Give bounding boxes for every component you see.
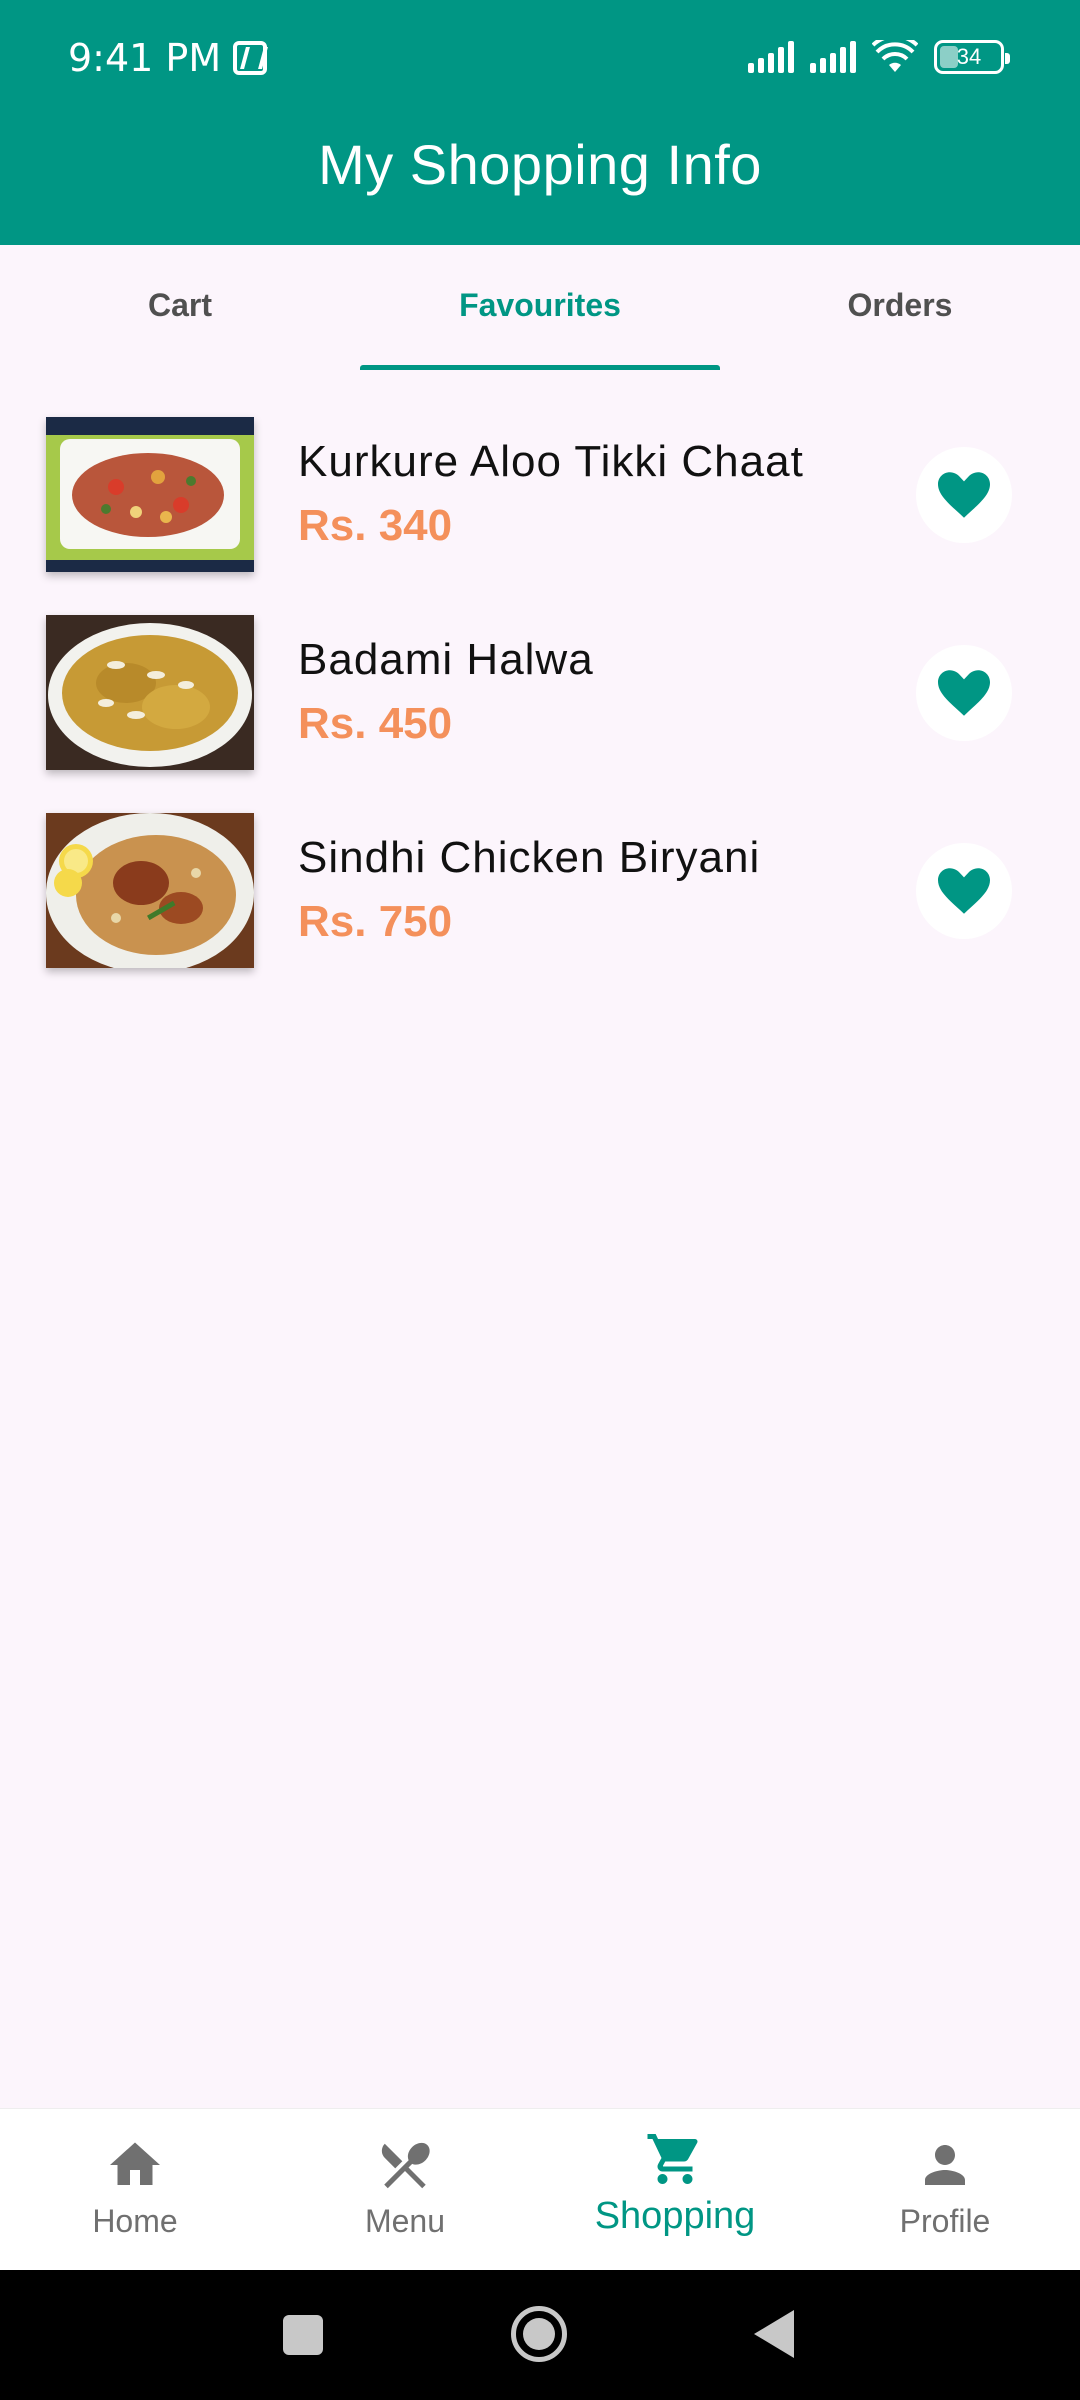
list-item[interactable]: Kurkure Aloo Tikki Chaat Rs. 340 xyxy=(0,405,1080,603)
item-price: Rs. 750 xyxy=(298,897,453,946)
nav-label-menu: Menu xyxy=(364,2203,446,2239)
back-button[interactable] xyxy=(754,2310,794,2358)
nav-label-home: Home xyxy=(92,2203,178,2239)
nav-label-profile: Profile xyxy=(899,2203,991,2239)
list-item[interactable]: Sindhi Chicken Biryani Rs. 750 xyxy=(0,801,1080,999)
nav-item-home[interactable]: Home xyxy=(0,2109,270,2270)
fork-spoon-icon xyxy=(381,2142,430,2189)
bottom-navigation: Home Menu Shopping Profile xyxy=(0,2108,1080,2270)
nav-item-shopping[interactable]: Shopping xyxy=(540,2109,810,2270)
status-time-text: 9:41 PM xyxy=(68,36,222,80)
favourites-list: Kurkure Aloo Tikki Chaat Rs. 340 Badami … xyxy=(0,405,1080,999)
battery-icon: 34 xyxy=(934,40,1010,74)
system-navigation-bar xyxy=(0,2270,1080,2400)
food-image-badami-halwa xyxy=(46,615,254,770)
page-title: My Shopping Info xyxy=(318,133,762,196)
status-icons: 34 xyxy=(748,40,1010,74)
item-name: Kurkure Aloo Tikki Chaat xyxy=(298,437,804,486)
cart-icon xyxy=(647,2134,698,2184)
home-icon xyxy=(110,2142,160,2185)
item-price: Rs. 340 xyxy=(298,501,453,550)
status-time: 9:41 PM xyxy=(68,36,268,80)
tab-favourites[interactable]: Favourites xyxy=(360,245,720,370)
food-image-chicken-biryani xyxy=(46,813,254,968)
nav-item-profile[interactable]: Profile xyxy=(810,2109,1080,2270)
person-icon xyxy=(925,2145,965,2185)
heart-icon xyxy=(938,472,990,518)
item-name: Badami Halwa xyxy=(298,635,594,684)
nfc-icon xyxy=(233,41,268,75)
nav-item-menu[interactable]: Menu xyxy=(270,2109,540,2270)
system-home-button[interactable] xyxy=(511,2306,567,2362)
shopping-tabs: Cart Favourites Orders xyxy=(0,245,1080,370)
battery-level: 34 xyxy=(956,44,982,69)
favourite-toggle-button[interactable] xyxy=(916,843,1012,939)
tab-cart[interactable]: Cart xyxy=(0,245,360,370)
signal-icon xyxy=(748,41,794,73)
heart-icon xyxy=(938,868,990,914)
list-item[interactable]: Badami Halwa Rs. 450 xyxy=(0,603,1080,801)
recents-button[interactable] xyxy=(283,2315,323,2355)
tab-orders[interactable]: Orders xyxy=(720,245,1080,370)
nav-label-shopping: Shopping xyxy=(594,2195,756,2237)
favourite-toggle-button[interactable] xyxy=(916,447,1012,543)
favourite-toggle-button[interactable] xyxy=(916,645,1012,741)
item-price: Rs. 450 xyxy=(298,699,453,748)
wifi-icon xyxy=(872,40,918,72)
heart-icon xyxy=(938,670,990,716)
signal-icon xyxy=(810,41,856,73)
food-image-aloo-tikki-chaat xyxy=(46,417,254,572)
app-bar: 9:41 PM 34 My Shopping Info xyxy=(0,0,1080,245)
item-name: Sindhi Chicken Biryani xyxy=(298,833,761,882)
